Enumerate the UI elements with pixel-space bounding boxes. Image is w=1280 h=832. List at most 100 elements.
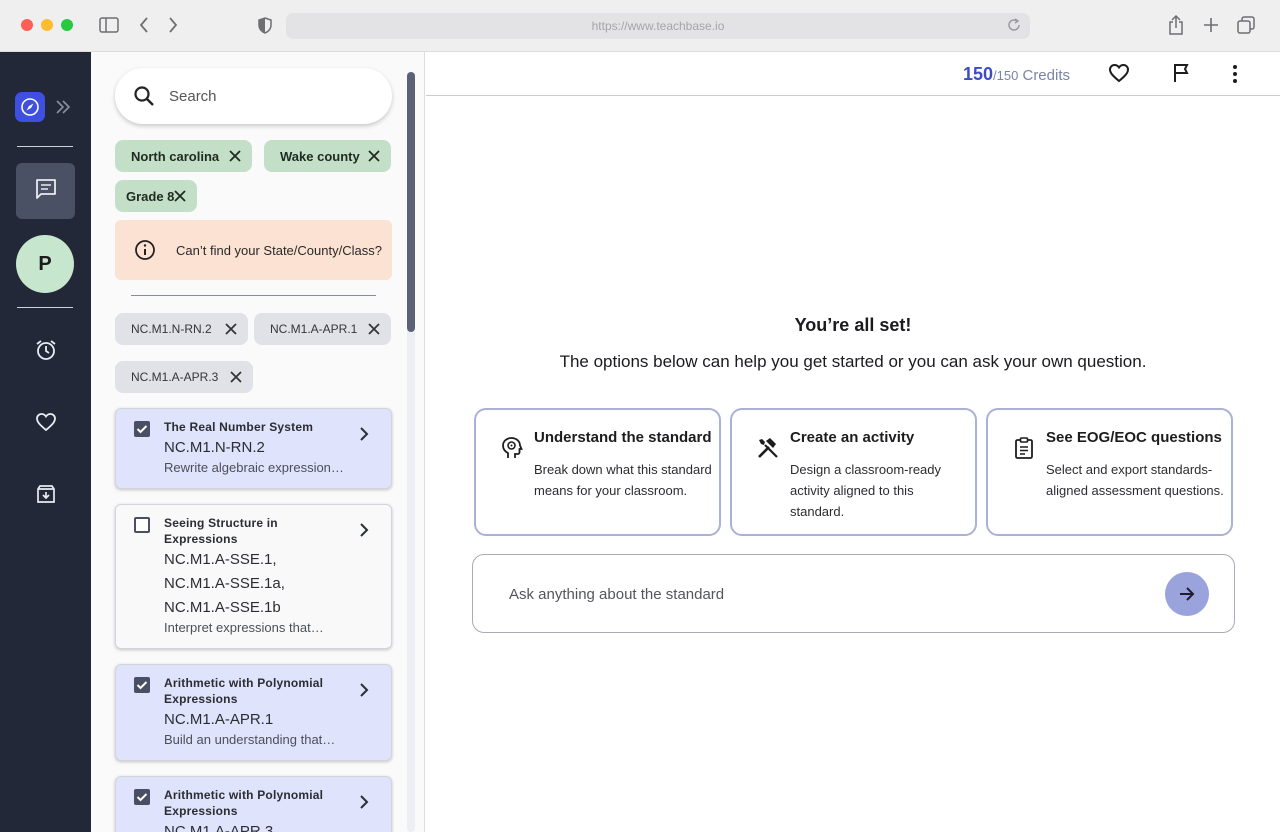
rail-archive-button[interactable] xyxy=(16,468,75,524)
card-code: NC.M1.A-APR.1 xyxy=(164,711,274,728)
credits-used: 150 xyxy=(962,64,993,84)
chip-label: NC.M1.N-RN.2 xyxy=(131,322,212,336)
tab-overview-icon[interactable] xyxy=(1235,14,1257,36)
compass-logo-icon[interactable] xyxy=(15,92,45,122)
rail-favorites-button[interactable] xyxy=(16,396,75,452)
chip-label: North carolina xyxy=(131,148,220,164)
notice-text: Can’t find your State/County/Class? xyxy=(176,242,382,258)
standard-chip[interactable]: NC.M1.A-APR.1 xyxy=(254,313,391,345)
card-code: NC.M1.N-RN.2 xyxy=(164,439,265,456)
close-icon[interactable] xyxy=(229,370,243,384)
chip-label: Grade 8 xyxy=(126,188,175,204)
expand-rail-icon[interactable] xyxy=(55,96,75,118)
user-avatar[interactable]: P xyxy=(16,235,74,293)
standards-panel: North carolina Wake county Grade 8 Can’t… xyxy=(91,52,425,832)
card-description: Build an understanding that… xyxy=(164,732,336,747)
card-code: NC.M1.A-SSE.1, NC.M1.A-SSE.1a, NC.M1.A-S… xyxy=(164,551,285,616)
checkbox-checked[interactable] xyxy=(134,421,150,437)
option-title: Create an activity xyxy=(790,429,915,446)
chevron-right-icon[interactable] xyxy=(359,519,373,537)
main-topbar: 150/150 Credits xyxy=(426,52,1280,96)
grade-chip[interactable]: Grade 8 xyxy=(115,180,197,212)
location-chip[interactable]: North carolina xyxy=(115,140,252,172)
close-window-button[interactable] xyxy=(21,19,33,31)
share-icon[interactable] xyxy=(1165,14,1187,36)
close-icon[interactable] xyxy=(367,149,381,163)
checkbox-unchecked[interactable] xyxy=(134,517,150,533)
back-icon[interactable] xyxy=(133,14,155,36)
close-icon[interactable] xyxy=(224,322,238,336)
location-chip[interactable]: Wake county xyxy=(264,140,391,172)
card-title: Arithmetic with Polynomial Expressions xyxy=(164,676,324,706)
chip-label: Wake county xyxy=(280,148,360,164)
alarm-icon xyxy=(35,339,57,366)
url-text: https://www.teachbase.io xyxy=(591,19,725,33)
rail-chat-button[interactable] xyxy=(16,163,75,219)
card-description: Rewrite algebraic expression… xyxy=(164,460,344,475)
option-create-activity[interactable]: Create an activity Design a classroom-re… xyxy=(730,408,977,536)
option-description: Break down what this standard means for … xyxy=(534,462,712,498)
sidebar-toggle-icon[interactable] xyxy=(98,14,120,36)
new-tab-icon[interactable] xyxy=(1200,14,1222,36)
chat-icon xyxy=(35,178,57,205)
option-eog-eoc-questions[interactable]: See EOG/EOC questions Select and export … xyxy=(986,408,1233,536)
more-vertical-icon[interactable] xyxy=(1224,63,1246,85)
close-icon[interactable] xyxy=(367,322,381,336)
search-input[interactable] xyxy=(169,87,349,105)
card-title: Arithmetic with Polynomial Expressions xyxy=(164,788,324,818)
forward-icon[interactable] xyxy=(162,14,184,36)
option-understand-standard[interactable]: Understand the standard Break down what … xyxy=(474,408,721,536)
zoom-window-button[interactable] xyxy=(61,19,73,31)
panel-scrollbar-thumb[interactable] xyxy=(407,72,415,332)
page-subtitle: The options below can help you get start… xyxy=(559,352,1147,371)
address-bar[interactable]: https://www.teachbase.io xyxy=(286,13,1030,39)
send-button[interactable] xyxy=(1165,572,1209,616)
option-title: Understand the standard xyxy=(534,429,712,446)
card-title: The Real Number System xyxy=(164,420,314,434)
page-title: You’re all set! xyxy=(794,315,912,335)
archive-icon xyxy=(36,484,56,509)
missing-location-notice[interactable]: Can’t find your State/County/Class? xyxy=(115,220,392,280)
card-description: Interpret expressions that… xyxy=(164,620,324,635)
chip-label: NC.M1.A-APR.3 xyxy=(131,370,219,384)
heart-icon xyxy=(35,412,57,437)
chevron-right-icon[interactable] xyxy=(359,791,373,809)
panel-divider xyxy=(131,295,376,296)
checkbox-checked[interactable] xyxy=(134,677,150,693)
standard-card[interactable]: The Real Number System NC.M1.N-RN.2 Rewr… xyxy=(115,408,392,489)
checkbox-checked[interactable] xyxy=(134,789,150,805)
standard-card[interactable]: Seeing Structure in Expressions NC.M1.A-… xyxy=(115,504,392,649)
rail-history-button[interactable] xyxy=(16,324,75,380)
search-box[interactable] xyxy=(115,68,392,124)
card-code: NC.M1.A-APR.3 xyxy=(164,823,274,832)
favorite-heart-icon[interactable] xyxy=(1108,63,1130,85)
app-rail: P xyxy=(0,52,91,832)
chevron-right-icon[interactable] xyxy=(359,423,373,441)
privacy-shield-icon[interactable] xyxy=(254,14,276,36)
standard-chip[interactable]: NC.M1.N-RN.2 xyxy=(115,313,248,345)
minimize-window-button[interactable] xyxy=(41,19,53,31)
tools-icon xyxy=(756,436,780,460)
standard-chip[interactable]: NC.M1.A-APR.3 xyxy=(115,361,253,393)
ask-input[interactable] xyxy=(509,581,1129,607)
head-brain-icon xyxy=(500,436,524,460)
credits-total: /150 xyxy=(993,68,1019,83)
credits-counter: 150/150 Credits xyxy=(963,64,1070,85)
option-description: Select and export standards-aligned asse… xyxy=(1046,462,1224,498)
info-icon xyxy=(134,239,156,261)
card-title: Seeing Structure in Expressions xyxy=(164,516,278,546)
option-title: See EOG/EOC questions xyxy=(1046,429,1222,446)
ask-box[interactable] xyxy=(472,554,1235,633)
standard-card[interactable]: Arithmetic with Polynomial Expressions N… xyxy=(115,776,392,832)
reload-icon[interactable] xyxy=(1006,17,1022,36)
arrow-right-icon xyxy=(1178,585,1196,603)
credits-label: Credits xyxy=(1022,67,1070,84)
chevron-right-icon[interactable] xyxy=(359,679,373,697)
close-icon[interactable] xyxy=(228,149,242,163)
close-icon[interactable] xyxy=(173,189,187,203)
option-description: Design a classroom-ready activity aligne… xyxy=(790,462,942,519)
standard-card[interactable]: Arithmetic with Polynomial Expressions N… xyxy=(115,664,392,761)
chip-label: NC.M1.A-APR.1 xyxy=(270,322,358,336)
flag-icon[interactable] xyxy=(1172,63,1194,85)
browser-toolbar: https://www.teachbase.io xyxy=(0,0,1280,52)
